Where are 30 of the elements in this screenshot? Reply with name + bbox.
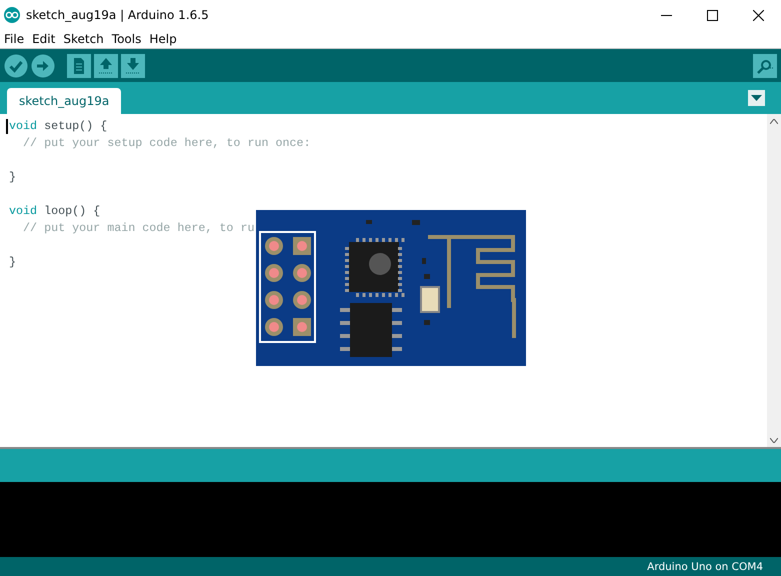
code-line: } [9,169,16,186]
code-comment: // put your setup code here, to run once: [22,135,311,152]
upload-button[interactable] [31,54,55,78]
menu-item[interactable]: Edit [28,32,60,46]
tab-menu-button[interactable] [748,90,765,106]
verify-button[interactable] [4,54,28,78]
chevron-down-icon [770,438,778,442]
board-status: Arduino Uno on COM4 [647,561,763,573]
menu-item[interactable]: Tools [108,32,146,46]
chevron-up-icon [770,118,778,124]
save-button[interactable] [121,54,145,78]
menu-item[interactable]: Help [145,32,181,46]
code-line: void setup() { [9,118,108,135]
scrollbar[interactable] [767,114,781,447]
code-line: void loop() { [9,203,100,220]
code-line: } [9,254,16,271]
maximize-icon [706,10,718,20]
caret-down-icon [751,95,762,101]
sketch-tab[interactable]: sketch_aug19a [7,88,122,114]
code-comment: // put your main code here, to ru [22,220,254,237]
new-button[interactable] [67,54,91,78]
text-cursor [6,119,8,134]
window-title: sketch_aug19a | Arduino 1.6.5 [26,8,210,22]
close-icon [752,10,764,20]
open-button[interactable] [94,54,118,78]
serial-monitor-button[interactable] [753,54,777,78]
menu-item[interactable]: File [0,32,28,46]
logo-icon [4,7,20,23]
minimize-icon [660,14,672,16]
menu-item[interactable]: Sketch [59,32,108,46]
